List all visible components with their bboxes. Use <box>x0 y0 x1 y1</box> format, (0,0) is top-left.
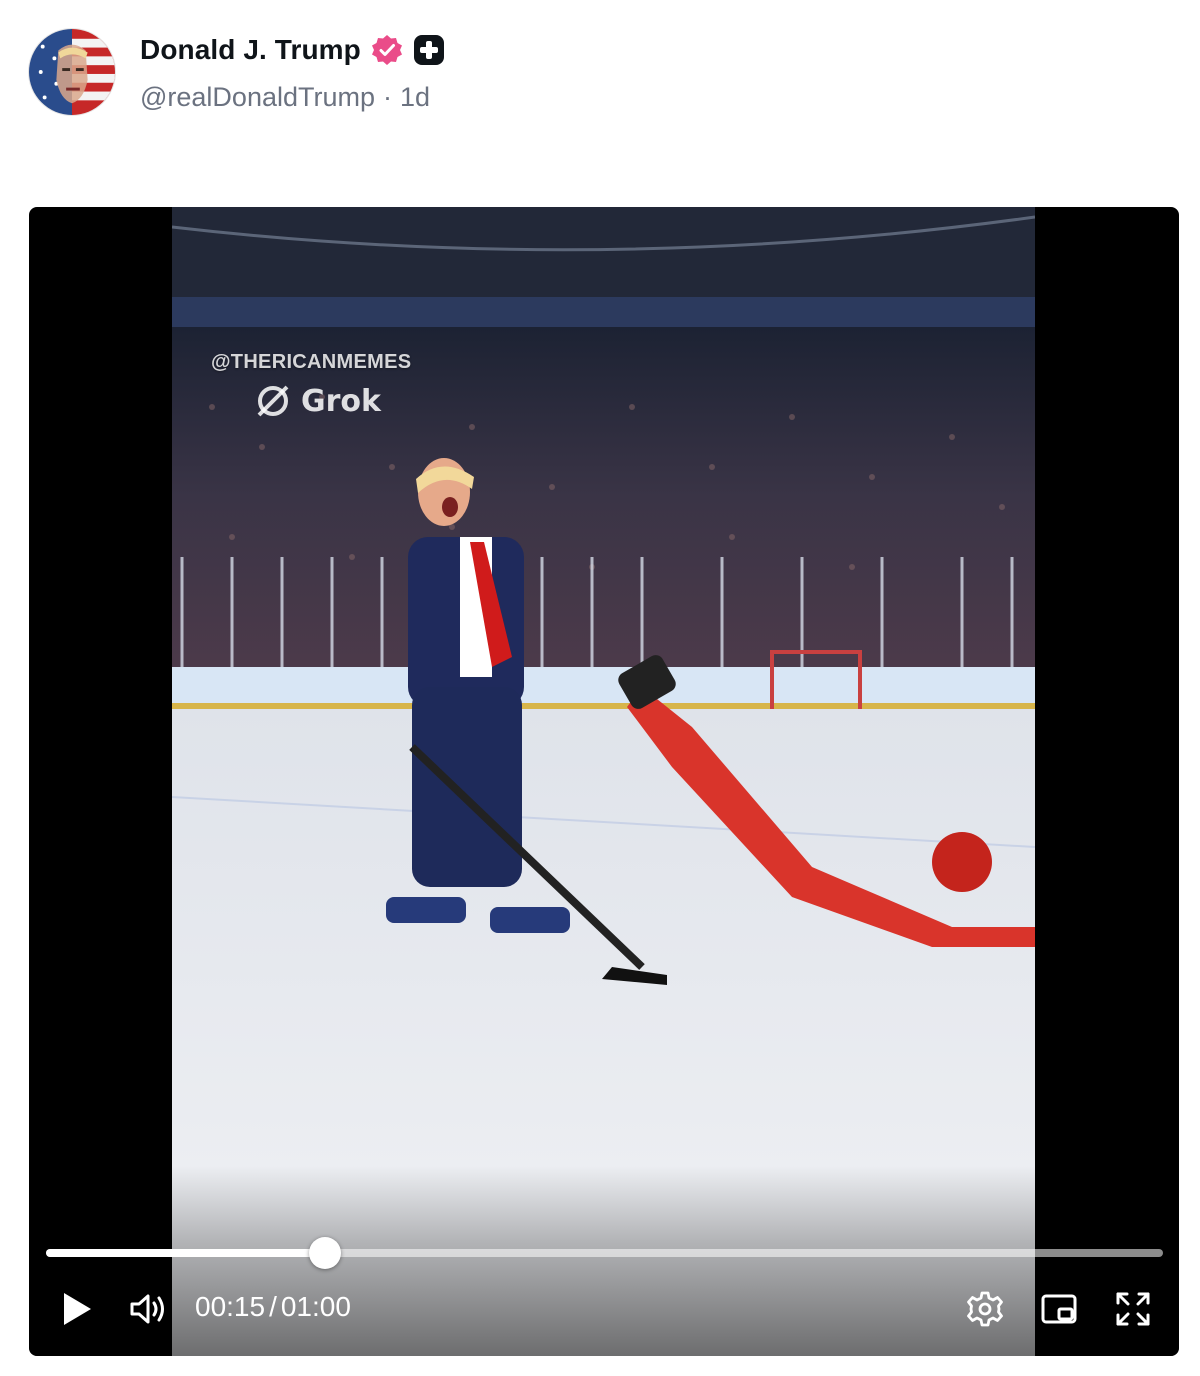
progress-scrubber-handle[interactable] <box>309 1237 342 1269</box>
post-header: Donald J. Trump @realDonaldTrump · 1d <box>28 28 1168 118</box>
plus-badge-icon <box>413 34 445 66</box>
play-icon <box>64 1293 91 1325</box>
video-player[interactable]: @THERICANMEMES Grok 00:15 / 01:00 <box>29 207 1179 1356</box>
user-handle[interactable]: @realDonaldTrump <box>140 82 375 113</box>
settings-button[interactable] <box>965 1289 1005 1329</box>
post-age[interactable]: 1d <box>400 82 430 113</box>
progress-bar[interactable] <box>46 1237 1163 1269</box>
duration: 01:00 <box>280 1291 351 1322</box>
volume-icon <box>130 1294 164 1324</box>
avatar[interactable] <box>28 28 116 116</box>
verified-badge-icon <box>371 34 403 66</box>
display-name[interactable]: Donald J. Trump <box>140 34 361 66</box>
handle-row: @realDonaldTrump · 1d <box>140 82 430 113</box>
picture-in-picture-button[interactable] <box>1039 1289 1079 1329</box>
play-button[interactable] <box>57 1289 97 1329</box>
fullscreen-icon <box>1116 1292 1150 1326</box>
time-separator: / <box>269 1291 277 1322</box>
avatar-image <box>29 29 115 115</box>
grok-logo-text: Grok <box>301 383 381 419</box>
separator-dot: · <box>383 82 392 112</box>
time-readout: 00:15 / 01:00 <box>195 1291 351 1323</box>
gear-icon <box>967 1291 1003 1327</box>
picture-in-picture-icon <box>1041 1294 1077 1324</box>
fullscreen-button[interactable] <box>1113 1289 1153 1329</box>
name-row: Donald J. Trump <box>140 32 445 68</box>
video-watermark-text: @THERICANMEMES <box>211 351 412 373</box>
progress-fill <box>46 1249 326 1257</box>
volume-button[interactable] <box>127 1289 171 1329</box>
current-time: 00:15 <box>195 1291 266 1322</box>
controls-overlay <box>29 1166 1179 1356</box>
grok-logo-icon <box>257 385 289 417</box>
grok-watermark-logo: Grok <box>253 381 381 421</box>
